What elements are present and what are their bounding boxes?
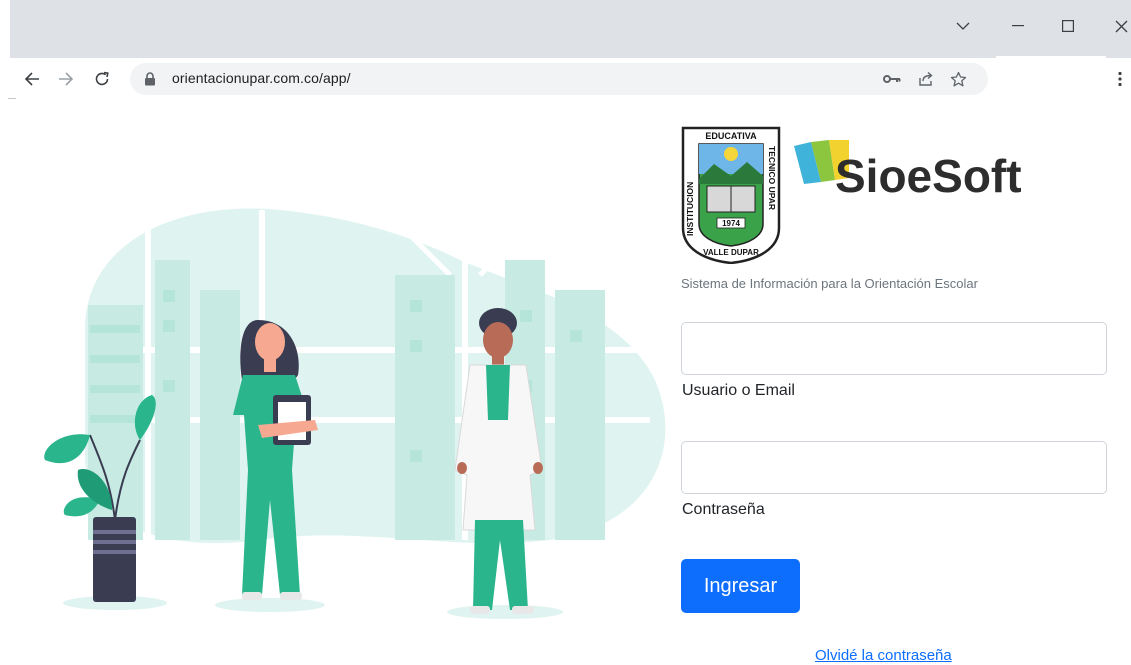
app-tagline: Sistema de Información para la Orientaci… bbox=[681, 276, 978, 291]
kebab-menu-icon bbox=[1118, 71, 1122, 87]
username-label: Usuario o Email bbox=[682, 382, 795, 399]
tab-search-button[interactable] bbox=[940, 10, 986, 42]
crest-left-text: INSTITUCION bbox=[685, 182, 695, 236]
browser-titlebar bbox=[0, 0, 1131, 60]
bookmark-button[interactable] bbox=[948, 69, 968, 89]
titlebar-edge bbox=[0, 0, 10, 58]
crest-year: 1974 bbox=[722, 219, 740, 228]
password-label: Contraseña bbox=[682, 501, 765, 518]
forgot-password-link[interactable]: Olvidé la contraseña bbox=[815, 647, 952, 664]
star-icon bbox=[950, 71, 966, 86]
toolbar-divider bbox=[8, 98, 16, 99]
key-icon bbox=[883, 75, 901, 83]
username-field[interactable] bbox=[681, 322, 1107, 375]
share-button[interactable] bbox=[916, 69, 936, 89]
password-field[interactable] bbox=[681, 441, 1107, 494]
crest-right-text: TECNICO UPAR bbox=[767, 146, 777, 210]
back-arrow-icon bbox=[24, 72, 39, 86]
password-key-button[interactable] bbox=[882, 69, 902, 89]
reload-icon bbox=[95, 71, 109, 86]
close-window-button[interactable] bbox=[1098, 10, 1131, 42]
chevron-down-icon bbox=[956, 22, 970, 30]
address-url: orientacionupar.com.co/app/ bbox=[172, 70, 351, 86]
login-button[interactable]: Ingresar bbox=[681, 559, 800, 613]
share-icon bbox=[919, 71, 933, 86]
back-button[interactable] bbox=[18, 65, 46, 93]
maximize-button[interactable] bbox=[1045, 10, 1091, 42]
browser-menu-button[interactable] bbox=[1110, 65, 1130, 93]
school-crest-logo: 1974 EDUCATIVA VALLE DUPAR INSTITUCION T… bbox=[681, 126, 781, 264]
address-bar[interactable]: orientacionupar.com.co/app/ bbox=[130, 63, 988, 95]
maximize-icon bbox=[1062, 20, 1074, 32]
browser-toolbar: orientacionupar.com.co/app/ bbox=[0, 58, 1131, 100]
lock-icon bbox=[145, 72, 155, 86]
logo-row: 1974 EDUCATIVA VALLE DUPAR INSTITUCION T… bbox=[679, 124, 1109, 264]
minimize-icon bbox=[1012, 25, 1024, 27]
crest-bottom-text: VALLE DUPAR bbox=[703, 248, 759, 257]
forward-arrow-icon bbox=[59, 72, 74, 86]
username-input[interactable] bbox=[682, 323, 1106, 374]
reload-button[interactable] bbox=[88, 65, 116, 93]
crest-top-text: EDUCATIVA bbox=[705, 131, 757, 141]
forward-button[interactable] bbox=[52, 65, 80, 93]
password-input[interactable] bbox=[682, 442, 1106, 493]
close-icon bbox=[1115, 20, 1127, 32]
medical-staff-illustration bbox=[44, 208, 666, 619]
sioesoft-brand-logo: SioeSoft bbox=[794, 140, 1022, 202]
brand-name: SioeSoft bbox=[835, 150, 1022, 202]
minimize-button[interactable] bbox=[995, 10, 1041, 42]
